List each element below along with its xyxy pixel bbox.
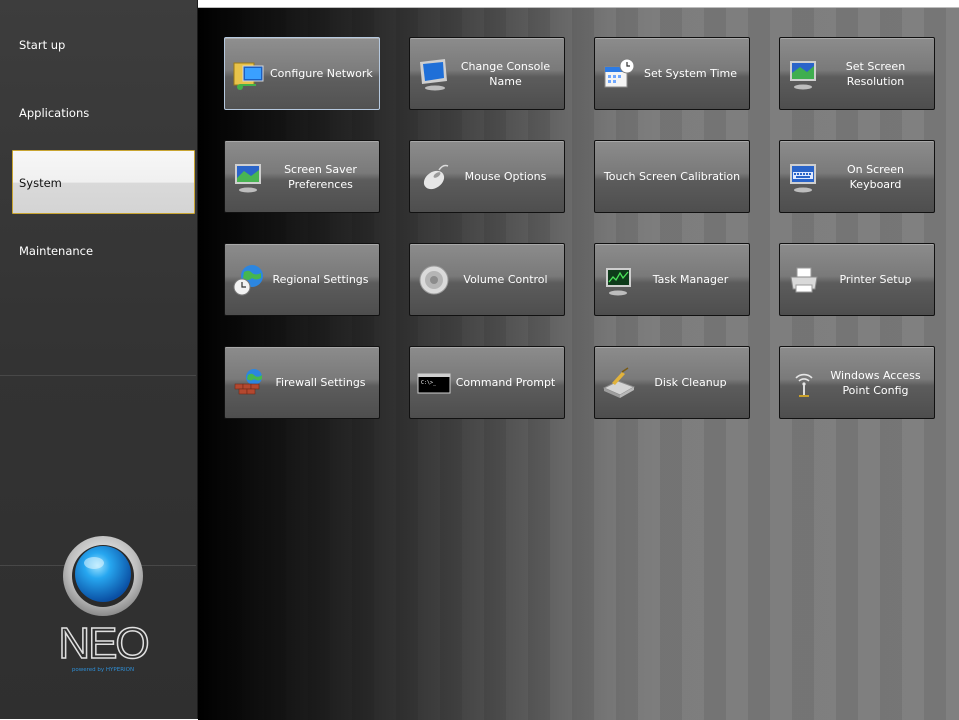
disk-cleanup-icon (602, 366, 636, 398)
mouse-icon (423, 164, 449, 189)
svg-text:NEO: NEO (58, 619, 148, 668)
volume-control-button[interactable]: Volume Control (409, 243, 565, 316)
tile-label: Set Screen Resolution (845, 59, 906, 88)
wireless-access-point-icon (795, 373, 813, 397)
sidebar-item-label: Maintenance (19, 244, 94, 258)
change-console-name-button[interactable]: Change Console Name (409, 37, 565, 110)
command-prompt-button[interactable]: C:\>_ Command Prompt (409, 346, 565, 419)
printer-icon (790, 267, 818, 292)
logo-tagline: powered by HYPERION (71, 667, 135, 673)
tile-label: Set System Time (644, 67, 737, 80)
calendar-clock-icon (604, 58, 635, 87)
sidebar-item-system[interactable]: System (12, 150, 195, 214)
printer-setup-button[interactable]: Printer Setup (779, 243, 935, 316)
firewall-icon (234, 368, 262, 394)
sidebar-item-maintenance[interactable]: Maintenance (0, 228, 195, 294)
divider (0, 375, 196, 376)
tile-label: Command Prompt (455, 376, 556, 389)
screen-saver-preferences-button[interactable]: Screen Saver Preferences (224, 140, 380, 213)
on-screen-keyboard-button[interactable]: On Screen Keyboard (779, 140, 935, 213)
regional-settings-button[interactable]: Regional Settings (224, 243, 380, 316)
tile-label: Disk Cleanup (654, 376, 727, 389)
set-system-time-button[interactable]: Set System Time (594, 37, 750, 110)
disk-cleanup-button[interactable]: Disk Cleanup (594, 346, 750, 419)
speaker-icon (419, 265, 449, 294)
configure-network-button[interactable]: Configure Network (224, 37, 380, 110)
sidebar-item-label: System (19, 176, 62, 190)
tile-label: Screen Saver Preferences (284, 162, 357, 191)
set-screen-resolution-button[interactable]: Set Screen Resolution (779, 37, 935, 110)
sidebar: Start up Applications System Maintenance (0, 0, 198, 719)
sidebar-item-applications[interactable]: Applications (0, 86, 195, 152)
tile-label: Firewall Settings (275, 376, 366, 389)
touch-screen-calibration-button[interactable]: Touch Screen Calibration (594, 140, 750, 213)
mouse-options-button[interactable]: Mouse Options (409, 140, 565, 213)
sidebar-item-label: Applications (19, 106, 90, 120)
tile-label: Windows Access Point Config (830, 368, 921, 397)
tile-label: Task Manager (652, 273, 729, 286)
tile-label: Touch Screen Calibration (603, 170, 741, 183)
tile-label: On Screen Keyboard (847, 162, 904, 191)
tile-label: Volume Control (463, 273, 548, 286)
tile-label: Printer Setup (839, 273, 912, 286)
globe-clock-icon (233, 264, 263, 295)
tile-label: Mouse Options (464, 170, 547, 183)
svg-text:C:\>_: C:\>_ (421, 380, 437, 386)
firewall-settings-button[interactable]: Firewall Settings (224, 346, 380, 419)
neo-logo: NEO powered by HYPERION (48, 530, 158, 690)
tile-label: Configure Network (270, 67, 373, 80)
sidebar-item-label: Start up (19, 38, 66, 52)
sidebar-item-start-up[interactable]: Start up (0, 20, 195, 86)
tile-label: Regional Settings (272, 273, 369, 286)
keyboard-monitor-icon (790, 163, 816, 192)
monitor-icon (420, 58, 447, 90)
main-panel: Configure Network Change Console Name Se… (198, 7, 959, 720)
task-manager-icon (606, 267, 631, 295)
task-manager-button[interactable]: Task Manager (594, 243, 750, 316)
network-folder-icon (233, 62, 264, 90)
display-settings-icon (790, 60, 816, 89)
command-prompt-icon: C:\>_ (417, 373, 451, 393)
windows-access-point-config-button[interactable]: Windows Access Point Config (779, 346, 935, 419)
tile-label: Change Console Name (460, 59, 551, 88)
screen-saver-icon (235, 163, 261, 192)
